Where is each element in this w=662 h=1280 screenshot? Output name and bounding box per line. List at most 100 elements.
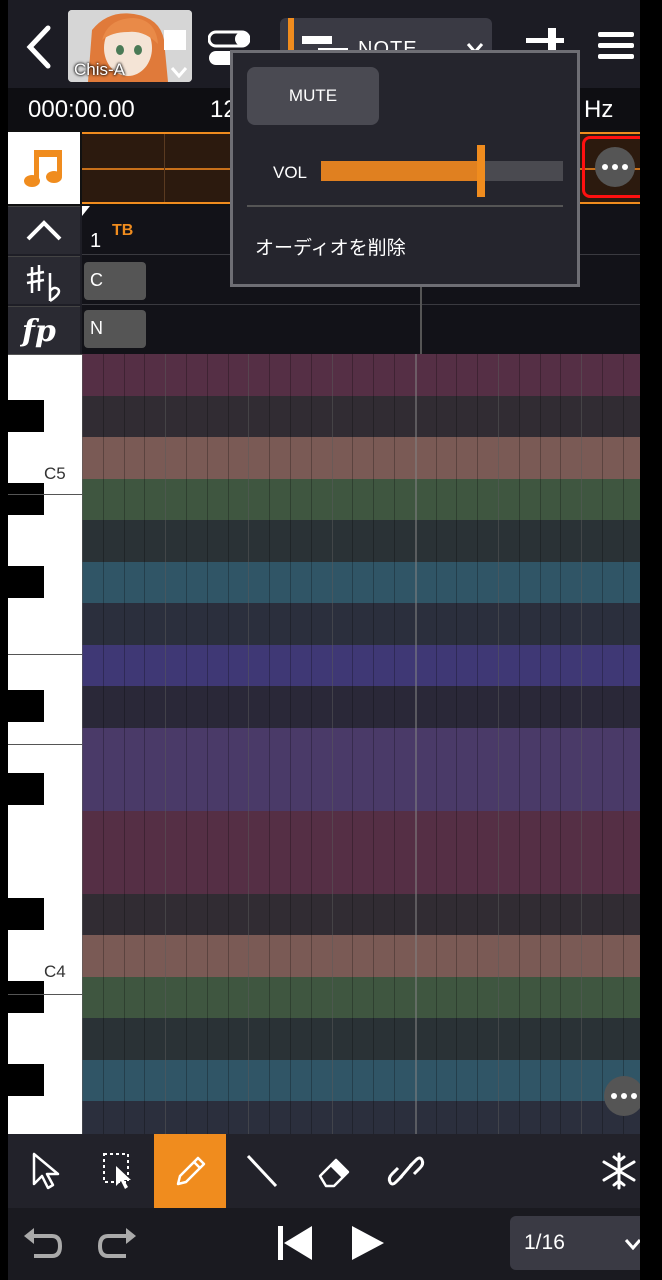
edit-toolbar: [8, 1134, 640, 1208]
redo-button[interactable]: [96, 1222, 138, 1264]
dynamics-button[interactable]: ƒp: [8, 306, 80, 354]
rewind-to-start-button[interactable]: [276, 1222, 316, 1264]
dynamics-chip[interactable]: N: [84, 310, 146, 348]
hamburger-icon: [598, 32, 634, 59]
grid-more-button[interactable]: [604, 1076, 640, 1116]
audio-track-button[interactable]: [8, 132, 80, 204]
line-icon: [246, 1154, 278, 1188]
note-grid[interactable]: [82, 354, 640, 1134]
play-icon: [352, 1226, 384, 1260]
key-label-c4: C4: [44, 962, 66, 981]
grid-line: [227, 354, 229, 1134]
black-key[interactable]: [8, 897, 44, 930]
undo-icon: [24, 1228, 63, 1258]
back-button[interactable]: [22, 24, 56, 70]
grid-line: [622, 354, 624, 1134]
grid-line: [539, 354, 541, 1134]
svg-text:ƒp: ƒp: [20, 314, 56, 349]
black-key[interactable]: [8, 482, 44, 515]
freeze-button[interactable]: [584, 1134, 640, 1208]
grid-line: [331, 354, 333, 1134]
eraser-tool[interactable]: [298, 1134, 370, 1208]
undo-button[interactable]: [22, 1222, 64, 1264]
singer-avatar[interactable]: Chis-A: [68, 10, 192, 82]
snowflake-icon: [602, 1152, 636, 1190]
grid-line: [102, 354, 104, 1134]
grid-line: [123, 354, 125, 1134]
white-key-divider: [8, 654, 82, 655]
collapse-button[interactable]: [8, 206, 80, 254]
bar-number: 1: [90, 230, 102, 252]
eraser-icon: [318, 1158, 350, 1188]
grid-line: [290, 354, 291, 1134]
black-key[interactable]: [8, 773, 44, 805]
grid-line: [206, 354, 208, 1134]
playback-position: 000:00.00: [28, 96, 135, 123]
play-button[interactable]: [348, 1222, 388, 1264]
link-tool[interactable]: [370, 1134, 442, 1208]
grid-line: [144, 354, 146, 1134]
grid-line: [165, 354, 167, 1134]
select-tool[interactable]: [12, 1134, 84, 1208]
piano-keyboard[interactable]: C5 C4: [8, 354, 82, 1134]
app-screen: Chis-A NOTE 000:00.00 12 0 Hz ƒp 1 TB C …: [8, 0, 640, 1280]
key-label-c5: C5: [44, 464, 66, 483]
grid-line: [560, 354, 562, 1134]
singer-name: Chis-A: [74, 60, 126, 79]
snap-value: 1/16: [524, 1231, 565, 1254]
range-select-tool[interactable]: [84, 1134, 156, 1208]
popup-divider: [247, 205, 563, 207]
more-horizontal-icon: [602, 164, 628, 170]
chevron-left-icon: [26, 25, 51, 69]
white-key-divider: [8, 744, 82, 745]
more-horizontal-icon: [611, 1093, 637, 1099]
unlink-chain-icon: [387, 1156, 425, 1186]
track-more-button[interactable]: [582, 136, 640, 198]
black-key[interactable]: [8, 690, 44, 722]
grid-line: [581, 354, 583, 1134]
music-note-icon: [24, 150, 62, 187]
white-key-divider: [8, 994, 82, 995]
track-options-popup: MUTE VOL オーディオを削除: [230, 50, 580, 287]
volume-fill: [321, 161, 481, 181]
grid-line: [310, 354, 312, 1134]
grid-line: [456, 354, 458, 1134]
black-key[interactable]: [8, 1063, 44, 1096]
grid-line: [186, 354, 187, 1134]
transport-bar: 1/16: [8, 1208, 640, 1280]
grid-line: [414, 354, 417, 1134]
delete-audio-item[interactable]: オーディオを削除: [255, 233, 406, 260]
grid-line: [352, 354, 354, 1134]
grid-line: [435, 354, 437, 1134]
black-key[interactable]: [8, 565, 44, 598]
grid-line: [602, 354, 603, 1134]
volume-slider[interactable]: [321, 145, 563, 197]
black-key[interactable]: [8, 980, 44, 1013]
mute-button[interactable]: MUTE: [247, 67, 379, 125]
marquee-select-icon: [103, 1153, 131, 1189]
key-signature-button[interactable]: [8, 256, 80, 304]
snap-select[interactable]: 1/16: [510, 1216, 640, 1270]
grid-line: [82, 354, 83, 1134]
chevron-down-icon: [170, 67, 188, 78]
tempo-beat-marker[interactable]: TB: [112, 222, 133, 240]
black-key[interactable]: [8, 399, 44, 432]
white-key-divider: [8, 494, 82, 495]
grid-line: [373, 354, 375, 1134]
line-tool[interactable]: [226, 1134, 298, 1208]
grid-line: [498, 354, 499, 1134]
skip-to-start-icon: [278, 1226, 312, 1260]
playhead-marker-icon: [82, 206, 90, 216]
volume-thumb[interactable]: [477, 145, 485, 197]
menu-button[interactable]: [596, 30, 636, 62]
ruler-divider: [82, 304, 640, 305]
pencil-tool[interactable]: [154, 1134, 226, 1208]
volume-label: VOL: [273, 163, 308, 182]
white-key-divider: [8, 354, 82, 355]
more-dots-circle: [595, 147, 635, 187]
redo-icon: [97, 1228, 136, 1258]
key-chip[interactable]: C: [84, 262, 146, 300]
grid-line: [518, 354, 520, 1134]
grid-line: [248, 354, 250, 1134]
dynamics-fp-icon: ƒp: [20, 314, 56, 349]
